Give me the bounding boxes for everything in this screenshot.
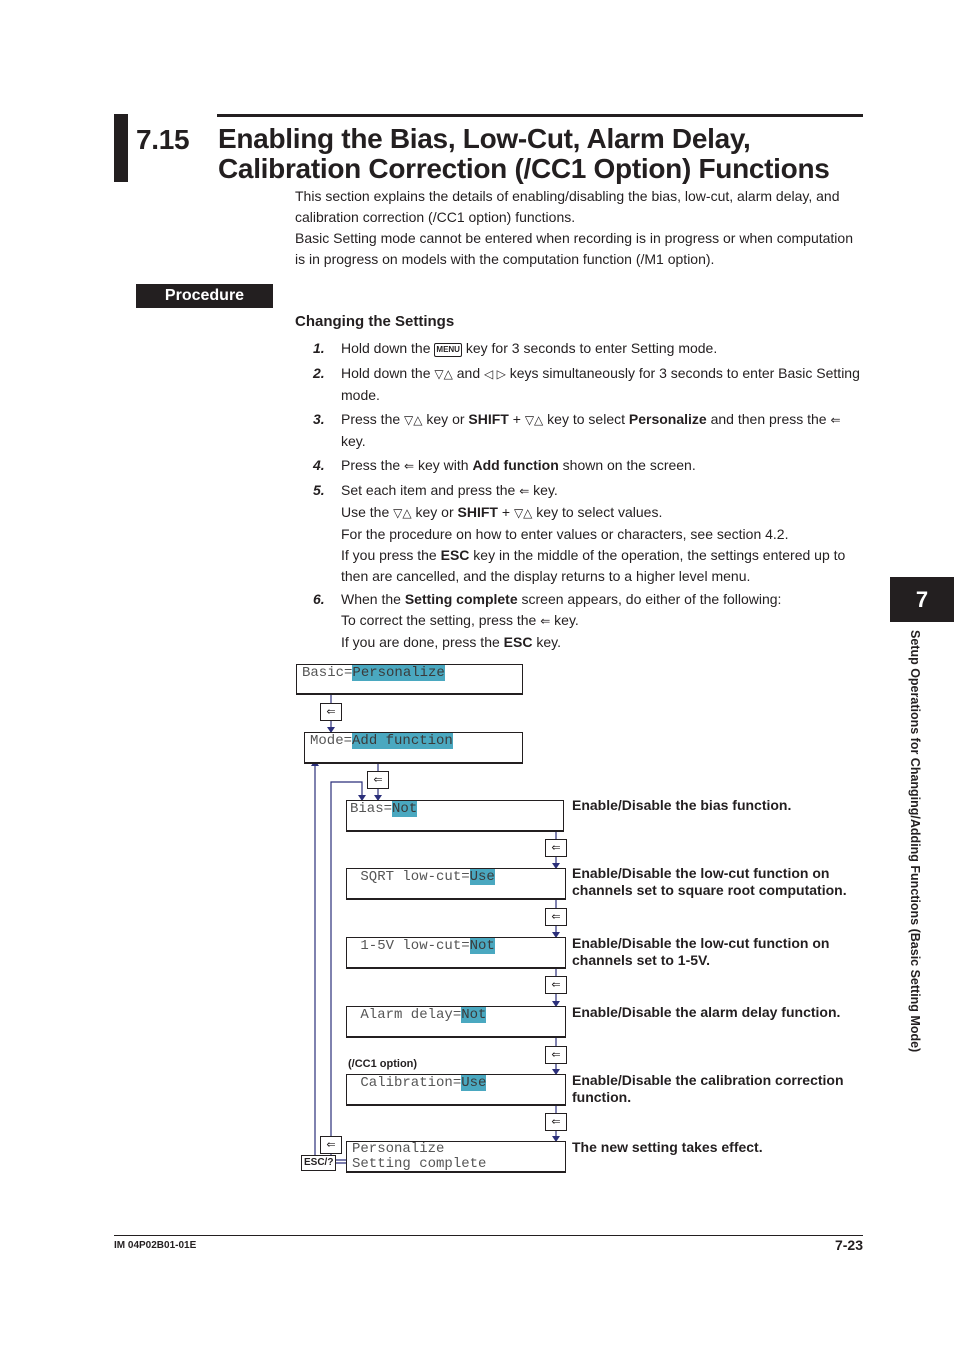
screen-label: Mode=	[310, 733, 353, 749]
screen-value: Not	[469, 938, 495, 954]
enter-key-icon: ⇐	[545, 908, 567, 926]
chapter-tab: 7	[890, 577, 954, 622]
screen-line: Personalize	[352, 1141, 445, 1157]
screen-value: Not	[461, 1007, 487, 1023]
enter-key-icon: ⇐	[320, 1136, 342, 1154]
15v-lowcut-description: Enable/Disable the low-cut function on c…	[572, 935, 830, 968]
chapter-title-text: Setup Operations for Changing/Adding Fun…	[908, 630, 922, 1053]
sqrt-lowcut-description: Enable/Disable the low-cut function on c…	[572, 865, 847, 898]
screen-value: Use	[469, 869, 495, 885]
screen-alarm-delay: Alarm delay=Not	[346, 1006, 566, 1038]
screen-label: 1-5V low-cut=	[352, 938, 470, 954]
page-number: 7-23	[834, 1237, 863, 1253]
screen-label: Alarm delay=	[352, 1007, 462, 1023]
screen-label: SQRT low-cut=	[352, 869, 470, 885]
screen-value: Personalize	[352, 665, 445, 681]
screen-mode: Mode=Add function	[304, 732, 523, 764]
screen-label: Basic=	[302, 665, 353, 681]
enter-key-icon: ⇐	[545, 1113, 567, 1131]
alarm-delay-description: Enable/Disable the alarm delay function.	[572, 1004, 841, 1020]
screen-calibration: Calibration=Use	[346, 1074, 566, 1106]
screen-sqrt-lowcut: SQRT low-cut=Use	[346, 868, 566, 900]
screen-value: Use	[461, 1075, 487, 1091]
enter-key-icon: ⇐	[545, 1046, 567, 1064]
screen-basic: Basic=Personalize	[296, 664, 523, 695]
cc1-option-note: (/CC1 option)	[348, 1058, 418, 1070]
enter-key-icon: ⇐	[545, 976, 567, 994]
screen-label: Bias=	[350, 801, 393, 817]
screen-value: Not	[392, 801, 418, 817]
screen-15v-lowcut: 1-5V low-cut=Not	[346, 937, 566, 969]
footer-rule	[114, 1235, 863, 1236]
screen-bias: Bias=Not	[346, 800, 564, 832]
enter-key-icon: ⇐	[545, 839, 567, 857]
screen-setting-complete: Personalize Setting complete	[346, 1141, 566, 1173]
enter-key-icon: ⇐	[367, 771, 389, 789]
screen-label: Calibration=	[352, 1075, 462, 1091]
screen-line: Setting complete	[352, 1156, 487, 1172]
chapter-title-vertical: Setup Operations for Changing/Adding Fun…	[880, 630, 950, 1120]
complete-description: The new setting takes effect.	[572, 1139, 763, 1155]
enter-key-icon: ⇐	[320, 703, 342, 721]
esc-key-icon: ESC/?	[301, 1155, 337, 1171]
document-id: IM 04P02B01-01E	[114, 1240, 197, 1251]
calibration-description: Enable/Disable the calibration correctio…	[572, 1072, 844, 1105]
screen-value: Add function	[352, 733, 453, 749]
bias-description: Enable/Disable the bias function.	[572, 797, 792, 813]
